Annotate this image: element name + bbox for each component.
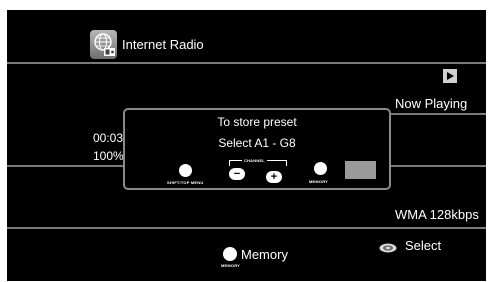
store-preset-dialog: To store preset Select A1 - G8 SHIFT/TOP… xyxy=(123,108,391,190)
disc-select-icon[interactable] xyxy=(379,240,397,253)
footer-memory-button[interactable] xyxy=(223,247,237,261)
play-icon xyxy=(443,69,457,83)
header-divider xyxy=(7,62,486,64)
progress-percent: 100% xyxy=(93,149,124,163)
memory-button-label: MEMORY xyxy=(309,179,329,184)
footer-memory-small-label: MEMORY xyxy=(221,263,241,268)
memory-button[interactable] xyxy=(314,162,327,175)
audio-format: WMA 128kbps xyxy=(395,207,479,222)
channel-label: CHANNEL xyxy=(242,158,267,163)
preset-slot-indicator xyxy=(345,161,376,179)
now-playing-divider xyxy=(383,113,486,115)
channel-plus-button[interactable]: + xyxy=(266,171,282,183)
page-title: Internet Radio xyxy=(122,37,204,52)
channel-minus-button[interactable]: − xyxy=(229,168,245,180)
globe-radio-icon xyxy=(90,30,117,59)
shift-top-menu-button[interactable] xyxy=(179,164,192,177)
tv-screen: Internet Radio Now Playing 00:03 100% To… xyxy=(7,10,486,281)
footer-select-label: Select xyxy=(405,238,442,253)
elapsed-time: 00:03 xyxy=(93,131,124,145)
now-playing-label: Now Playing xyxy=(395,96,468,111)
footer-divider xyxy=(7,227,486,229)
shift-top-menu-label: SHIFT/TOP MENU xyxy=(167,180,204,185)
dialog-instruction: Select A1 - G8 xyxy=(218,136,296,150)
footer-memory-label: Memory xyxy=(241,247,288,262)
dialog-title: To store preset xyxy=(217,115,297,129)
